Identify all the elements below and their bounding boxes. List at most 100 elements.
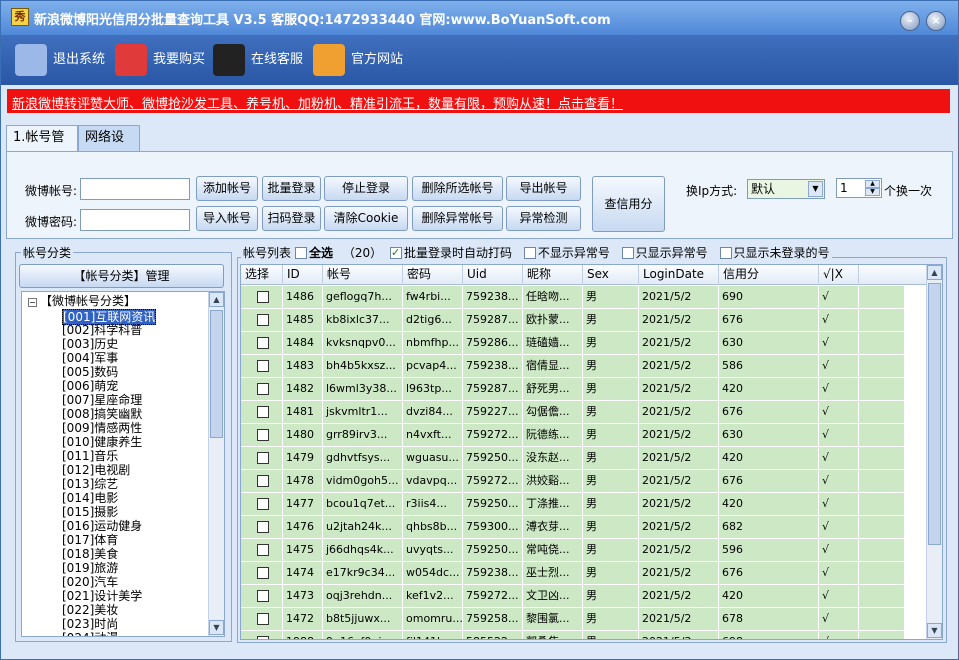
delete-abnormal-button[interactable]: 删除异常帐号 — [412, 206, 503, 231]
close-button[interactable]: × — [926, 11, 946, 31]
category-item[interactable]: [013]综艺 — [62, 477, 118, 491]
table-row[interactable]: 1485 kb8ixlc37... d2tig6... 759287... 欧扑蒙...… — [241, 309, 904, 332]
minimize-button[interactable]: – — [900, 11, 920, 31]
tree-root[interactable]: − 【微博帐号分类】 — [28, 294, 136, 308]
column-header[interactable]: LoginDate — [639, 265, 719, 285]
table-row[interactable]: 1476 u2jtah24k... qhbs8b... 759300... 溥衣芽...… — [241, 516, 904, 539]
row-checkbox[interactable] — [257, 498, 269, 510]
row-checkbox[interactable] — [257, 636, 269, 639]
official-site-button[interactable]: 官方网站 — [313, 43, 403, 77]
promo-banner-link[interactable]: 新浪微博转评赞大师、微博抢沙发工具、养号机、加粉机、精准引流王，数量有限，预购从… — [12, 93, 623, 112]
auto-captcha-checkbox[interactable] — [389, 245, 402, 261]
scroll-up-icon[interactable]: ▲ — [927, 265, 942, 280]
buy-button[interactable]: 我要购买 — [115, 43, 205, 77]
category-item[interactable]: [002]科学科普 — [62, 323, 142, 337]
table-row[interactable]: 1483 bh4b5kxsz... pcvap4... 759238... 宿倩显...… — [241, 355, 904, 378]
query-credit-button[interactable]: 查信用分 — [592, 176, 665, 232]
scroll-up-icon[interactable]: ▲ — [209, 292, 224, 307]
table-row[interactable]: 1484 kvksnqpv0... nbmfhp... 759286... 琏磕嫱...… — [241, 332, 904, 355]
clear-cookie-button[interactable]: 清除Cookie — [324, 206, 408, 231]
row-checkbox[interactable] — [257, 452, 269, 464]
exit-system-button[interactable]: 退出系统 — [15, 43, 105, 77]
hide-abnormal-checkbox[interactable] — [523, 247, 536, 259]
category-item[interactable]: [012]电视剧 — [62, 463, 130, 477]
column-header[interactable]: Uid — [463, 265, 523, 285]
row-checkbox[interactable] — [257, 475, 269, 487]
category-item[interactable]: [010]健康养生 — [62, 435, 142, 449]
scan-login-button[interactable]: 扫码登录 — [262, 206, 321, 231]
category-item[interactable]: [006]萌宠 — [62, 379, 118, 393]
column-header[interactable]: Sex — [583, 265, 639, 285]
table-row[interactable]: 19889q16xf0ni...fil141l...585522...郭桑焦..… — [241, 631, 904, 639]
table-row[interactable]: 1473 oqj3rehdn... kef1v2... 759272... 文卫凶...… — [241, 585, 904, 608]
category-item[interactable]: [018]美食 — [62, 547, 118, 561]
chevron-down-icon[interactable]: ▼ — [808, 181, 823, 197]
table-row[interactable]: 1475 j66dhqs4k... uvyqts... 759250... 常吨侥...… — [241, 539, 904, 562]
chevron-up-icon[interactable]: ▲ — [865, 180, 880, 188]
category-item[interactable]: [024]动漫 — [62, 631, 118, 636]
table-scrollbar[interactable]: ▲ ▼ — [926, 265, 942, 639]
ip-mode-select[interactable]: 默认 ▼ — [747, 179, 825, 199]
delete-selected-button[interactable]: 删除所选帐号 — [412, 176, 503, 201]
category-item[interactable]: [017]体育 — [62, 533, 118, 547]
column-header[interactable]: 昵称 — [523, 265, 583, 285]
table-row[interactable]: 1478 vidm0goh5... vdavpq... 759272... 洪姣谿...… — [241, 470, 904, 493]
import-account-button[interactable]: 导入帐号 — [196, 206, 258, 231]
tab-network-settings[interactable]: 网络设置 — [78, 125, 140, 169]
add-account-button[interactable]: 添加帐号 — [196, 176, 258, 201]
column-header[interactable]: √|X — [819, 265, 859, 285]
category-item[interactable]: [005]数码 — [62, 365, 118, 379]
row-checkbox[interactable] — [257, 291, 269, 303]
table-row[interactable]: 1480 grr89irv3... n4vxft... 759272... 阮德练...… — [241, 424, 904, 447]
table-row[interactable]: 1477 bcou1q7et... r3iis4... 759250... 丁涤推...… — [241, 493, 904, 516]
category-manage-button[interactable]: 【帐号分类】管理 — [19, 264, 224, 288]
category-item[interactable]: [008]搞笑幽默 — [62, 407, 142, 421]
row-checkbox[interactable] — [257, 544, 269, 556]
row-checkbox[interactable] — [257, 406, 269, 418]
column-header[interactable]: 信用分 — [719, 265, 819, 285]
chevron-down-icon[interactable]: ▼ — [865, 188, 880, 196]
category-item[interactable]: [019]旅游 — [62, 561, 118, 575]
row-checkbox[interactable] — [257, 590, 269, 602]
row-checkbox[interactable] — [257, 429, 269, 441]
promo-banner[interactable]: 新浪微博转评赞大师、微博抢沙发工具、养号机、加粉机、精准引流王，数量有限，预购从… — [7, 89, 950, 113]
category-item[interactable]: [009]情感两性 — [62, 421, 142, 435]
row-checkbox[interactable] — [257, 521, 269, 533]
title-bar[interactable]: 秀 新浪微博阳光信用分批量查询工具 V3.5 客服QQ:1472933440 官… — [1, 1, 958, 35]
tree-scrollbar[interactable]: ▲ ▼ — [208, 292, 224, 636]
table-row[interactable]: 1472 b8t5jjuwx... omomru... 759258... 黎围氯...… — [241, 608, 904, 631]
only-notlogged-checkbox[interactable] — [719, 247, 732, 259]
column-header[interactable]: 密码 — [403, 265, 463, 285]
table-row[interactable]: 1479 gdhvtfsys... wguasu... 759250... 没东赵...… — [241, 447, 904, 470]
stop-login-button[interactable]: 停止登录 — [324, 176, 408, 201]
scroll-down-icon[interactable]: ▼ — [927, 623, 942, 638]
column-header[interactable]: 选择 — [241, 265, 283, 285]
row-checkbox[interactable] — [257, 613, 269, 625]
category-item[interactable]: [004]军事 — [62, 351, 118, 365]
category-item[interactable]: [014]电影 — [62, 491, 118, 505]
category-item[interactable]: [011]音乐 — [62, 449, 118, 463]
category-item[interactable]: [003]历史 — [62, 337, 118, 351]
switch-count-stepper[interactable]: 1 ▲ ▼ — [836, 178, 882, 198]
account-input[interactable] — [80, 178, 190, 200]
table-row[interactable]: 1481 jskvmltr1... dvzi84... 759227... 勾倨儋...… — [241, 401, 904, 424]
row-checkbox[interactable] — [257, 383, 269, 395]
only-abnormal-checkbox[interactable] — [621, 247, 634, 259]
row-checkbox[interactable] — [257, 360, 269, 372]
row-checkbox[interactable] — [257, 314, 269, 326]
category-item[interactable]: [015]摄影 — [62, 505, 118, 519]
row-checkbox[interactable] — [257, 337, 269, 349]
scroll-down-icon[interactable]: ▼ — [209, 620, 224, 635]
abnormal-check-button[interactable]: 异常检测 — [506, 206, 581, 231]
table-row[interactable]: 1486 geflogq7h... fw4rbi... 759238... 任晗吻...… — [241, 286, 904, 309]
scroll-thumb[interactable] — [210, 310, 223, 438]
select-all-checkbox[interactable] — [295, 247, 308, 259]
export-account-button[interactable]: 导出帐号 — [506, 176, 581, 201]
batch-login-button[interactable]: 批量登录 — [262, 176, 321, 201]
category-item[interactable]: [023]时尚 — [62, 617, 118, 631]
category-item[interactable]: [007]星座命理 — [62, 393, 142, 407]
collapse-icon[interactable]: − — [28, 298, 37, 307]
category-item[interactable]: [021]设计美学 — [62, 589, 142, 603]
table-row[interactable]: 1482 l6wml3y38... l963tp... 759287... 舒死男...… — [241, 378, 904, 401]
password-input[interactable] — [80, 209, 190, 231]
